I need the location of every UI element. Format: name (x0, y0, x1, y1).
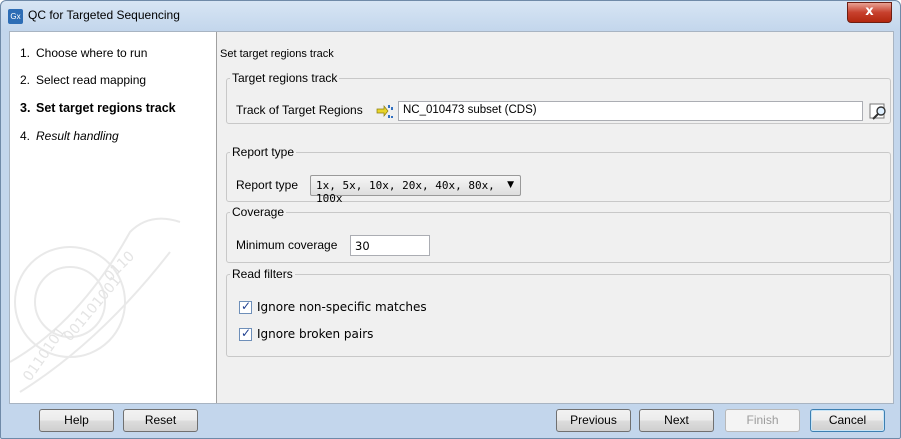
report-type-group: Report type Report type 1x, 5x, 10x, 20x… (226, 145, 891, 205)
step-number: 1. (20, 46, 31, 60)
group-legend: Target regions track (232, 71, 338, 85)
dialog-window: Gx QC for Targeted Sequencing x 1. Choose… (0, 0, 901, 439)
browse-icon[interactable] (868, 100, 890, 122)
close-button[interactable]: x (847, 2, 892, 23)
help-button[interactable]: Help (39, 409, 114, 432)
minimum-coverage-input[interactable]: 30 (350, 235, 430, 256)
track-icon (376, 105, 393, 118)
chevron-down-icon: ▼ (507, 180, 514, 190)
step-number: 4. (20, 129, 31, 143)
wizard-steps-sidebar: 1. Choose where to run 2. Select read mapp… (10, 32, 217, 403)
button-bar: Help Reset Previous Next Finish Cancel (9, 403, 892, 437)
group-legend: Coverage (232, 205, 285, 219)
group-legend: Read filters (232, 267, 293, 281)
target-regions-group: Target regions track Track of Target Reg… (226, 71, 891, 124)
cancel-button[interactable]: Cancel (810, 409, 885, 432)
step-set-target-regions-track: 3. Set target regions track (20, 101, 176, 115)
main-panel: Set target regions track Target regions … (217, 32, 893, 403)
ignore-non-specific-checkbox[interactable] (239, 299, 252, 314)
group-legend: Report type (232, 145, 295, 159)
step-number: 3. (20, 101, 31, 115)
report-type-selected-value: 1x, 5x, 10x, 20x, 40x, 80x, 100x (316, 179, 495, 205)
step-label: Choose where to run (36, 46, 148, 60)
binary-swirl-watermark-icon: 0110101 001101001 0110 (10, 217, 181, 393)
page-title: Set target regions track (220, 48, 334, 60)
ignore-broken-pairs-checkbox[interactable] (239, 326, 252, 341)
finish-button: Finish (725, 409, 800, 432)
coverage-group: Coverage Minimum coverage 30 (226, 205, 891, 263)
title-bar[interactable]: Gx QC for Targeted Sequencing x (1, 1, 900, 31)
reset-button[interactable]: Reset (123, 409, 198, 432)
step-label: Result handling (36, 129, 119, 143)
next-button[interactable]: Next (639, 409, 714, 432)
previous-button[interactable]: Previous (556, 409, 631, 432)
step-label: Set target regions track (36, 101, 176, 115)
app-icon: Gx (8, 9, 23, 24)
target-track-field[interactable]: NC_010473 subset (CDS) (398, 101, 863, 121)
read-filters-group: Read filters Ignore non-specific matches… (226, 267, 891, 357)
ignore-non-specific-label[interactable]: Ignore non-specific matches (257, 300, 427, 314)
track-label: Track of Target Regions (236, 103, 363, 117)
step-select-read-mapping: 2. Select read mapping (20, 73, 146, 87)
step-label: Select read mapping (36, 73, 147, 87)
step-result-handling: 4. Result handling (20, 129, 119, 143)
minimum-coverage-label: Minimum coverage (236, 238, 338, 252)
dialog-client: 1. Choose where to run 2. Select read mapp… (9, 31, 894, 404)
window-title: QC for Targeted Sequencing (28, 8, 180, 22)
report-type-dropdown[interactable]: 1x, 5x, 10x, 20x, 40x, 80x, 100x ▼ (310, 175, 521, 205)
step-choose-where-to-run: 1. Choose where to run (20, 46, 147, 60)
step-number: 2. (20, 73, 31, 87)
ignore-broken-pairs-label[interactable]: Ignore broken pairs (257, 327, 373, 341)
report-type-label: Report type (236, 178, 299, 192)
